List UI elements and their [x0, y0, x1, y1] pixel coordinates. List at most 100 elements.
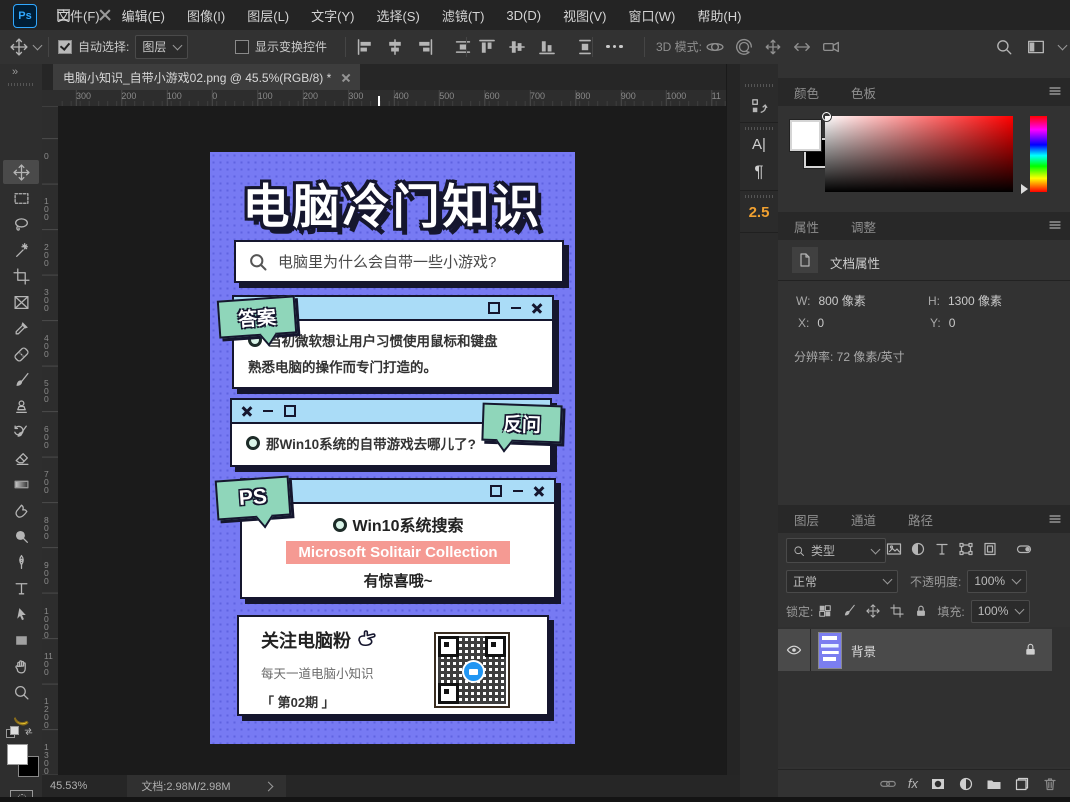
toolbar-grip[interactable]: [8, 83, 34, 86]
tool-crop[interactable]: [3, 264, 39, 288]
menu-item[interactable]: 图层(L): [236, 6, 300, 25]
show-transform-checkbox[interactable]: [235, 40, 249, 54]
tool-smudge[interactable]: [3, 498, 39, 522]
tool-rectangular-marquee[interactable]: [3, 186, 39, 210]
menu-item[interactable]: 窗口(W): [617, 6, 686, 25]
3d-orbit-icon[interactable]: [706, 38, 724, 56]
panel-tab[interactable]: 颜色: [778, 78, 835, 106]
tool-type[interactable]: [3, 576, 39, 600]
distribute-horizontal-icon[interactable]: [454, 38, 472, 56]
workspace-icon[interactable]: [1027, 38, 1045, 56]
3d-camera-icon[interactable]: [822, 38, 840, 56]
tool-path-selection[interactable]: [3, 602, 39, 626]
panel-menu-icon[interactable]: [1048, 218, 1062, 232]
tool-rectangle[interactable]: [3, 628, 39, 652]
tool-zoom[interactable]: [3, 680, 39, 704]
menu-item[interactable]: 图像(I): [176, 6, 236, 25]
filter-smart-objects-icon[interactable]: [982, 541, 1000, 559]
filter-adjustment-layers-icon[interactable]: [910, 541, 928, 559]
ruler-corner[interactable]: [42, 90, 59, 107]
menu-item[interactable]: 选择(S): [365, 6, 430, 25]
chevron-down-icon[interactable]: [1058, 40, 1068, 50]
zoom-level-field[interactable]: 45.53%: [50, 780, 87, 792]
lock-artboard-icon[interactable]: [890, 604, 904, 618]
tool-frame[interactable]: [3, 290, 39, 314]
tool-move[interactable]: [3, 160, 39, 184]
align-top-edges-icon[interactable]: [478, 38, 496, 56]
foreground-color-swatch[interactable]: [790, 120, 821, 151]
menu-item[interactable]: 帮助(H): [686, 6, 752, 25]
horizontal-ruler[interactable]: 3002001000100200300400500600700800900100…: [58, 90, 726, 107]
document-size-info[interactable]: 文档:2.98M/2.98M: [127, 775, 285, 797]
align-left-edges-icon[interactable]: [356, 38, 374, 56]
default-colors-icon[interactable]: [6, 726, 36, 738]
layer-row-background[interactable]: 背景: [778, 629, 1052, 671]
version-history-panel-icon[interactable]: [747, 94, 771, 118]
menu-item[interactable]: 3D(D): [495, 8, 552, 23]
toolbar-expand-icon[interactable]: »: [12, 66, 17, 78]
tool-pen[interactable]: [3, 550, 39, 574]
layer-filter-dropdown[interactable]: 类型: [786, 538, 886, 563]
paragraph-panel-icon[interactable]: ¶: [740, 162, 778, 182]
new-layer-icon[interactable]: [1014, 776, 1030, 792]
link-layers-icon[interactable]: [880, 776, 896, 792]
menu-item[interactable]: 编辑(E): [111, 6, 176, 25]
tool-eyedropper[interactable]: [3, 316, 39, 340]
tool-spot-healing-brush[interactable]: [3, 342, 39, 366]
lock-position-icon[interactable]: [866, 604, 880, 618]
tool-clone-stamp[interactable]: [3, 394, 39, 418]
vertical-ruler[interactable]: 0100200300400500600700800900100011001200…: [42, 106, 59, 775]
menu-item[interactable]: 文字(Y): [300, 6, 365, 25]
tool-gradient[interactable]: [3, 472, 39, 496]
blend-mode-dropdown[interactable]: 正常: [786, 570, 898, 593]
color-picker-marker[interactable]: [822, 112, 831, 121]
tool-eraser[interactable]: [3, 446, 39, 470]
3d-roll-icon[interactable]: [735, 38, 753, 56]
foreground-color-swatch[interactable]: [7, 744, 28, 765]
more-align-options-button[interactable]: [606, 30, 623, 63]
status-chevron-icon[interactable]: [263, 781, 273, 791]
lock-image-pixels-icon[interactable]: [842, 604, 856, 618]
search-icon[interactable]: [995, 38, 1013, 56]
panel-menu-icon[interactable]: [1048, 84, 1062, 98]
tool-quick-selection[interactable]: [3, 238, 39, 262]
align-right-edges-icon[interactable]: [416, 38, 434, 56]
filter-type-layers-icon[interactable]: [934, 541, 952, 559]
lock-all-icon[interactable]: [914, 604, 928, 618]
character-panel-icon[interactable]: A|: [740, 136, 778, 153]
3d-pan-icon[interactable]: [764, 38, 782, 56]
panel-tab[interactable]: 图层: [778, 505, 835, 533]
saturation-brightness-field[interactable]: [825, 116, 1013, 192]
chevron-down-icon[interactable]: [33, 40, 43, 50]
align-vertical-centers-icon[interactable]: [508, 38, 526, 56]
filter-shape-layers-icon[interactable]: [958, 541, 976, 559]
menu-item[interactable]: 滤镜(T): [431, 6, 496, 25]
tool-lasso[interactable]: [3, 212, 39, 236]
new-group-icon[interactable]: [986, 776, 1002, 792]
auto-select-dropdown[interactable]: 图层: [135, 35, 188, 59]
fill-dropdown[interactable]: 100%: [971, 600, 1031, 623]
version-panel-icon[interactable]: 2.5: [740, 204, 778, 221]
tool-dodge[interactable]: [3, 524, 39, 548]
hue-slider[interactable]: [1030, 116, 1047, 192]
new-adjustment-layer-icon[interactable]: [958, 776, 974, 792]
3d-slide-icon[interactable]: [793, 38, 811, 56]
lock-transparent-pixels-icon[interactable]: [818, 604, 832, 618]
opacity-dropdown[interactable]: 100%: [967, 570, 1027, 593]
tool-history-brush[interactable]: [3, 420, 39, 444]
filter-toggle-icon[interactable]: [1016, 541, 1034, 559]
panel-tab[interactable]: 路径: [892, 505, 949, 533]
canvas-scrollbar-track[interactable]: [726, 64, 741, 802]
filter-pixel-layers-icon[interactable]: [886, 541, 904, 559]
panel-tab[interactable]: 调整: [835, 212, 892, 240]
panel-tab[interactable]: 色板: [835, 78, 892, 106]
panel-tab[interactable]: 属性: [778, 212, 835, 240]
panel-menu-icon[interactable]: [1048, 512, 1062, 526]
close-tab-icon[interactable]: [341, 73, 350, 82]
menu-item[interactable]: 视图(V): [552, 6, 617, 25]
auto-select-checkbox[interactable]: [58, 40, 72, 54]
add-layer-mask-icon[interactable]: [930, 776, 946, 792]
align-bottom-edges-icon[interactable]: [538, 38, 556, 56]
align-horizontal-centers-icon[interactable]: [386, 38, 404, 56]
tool-hand[interactable]: [3, 654, 39, 678]
